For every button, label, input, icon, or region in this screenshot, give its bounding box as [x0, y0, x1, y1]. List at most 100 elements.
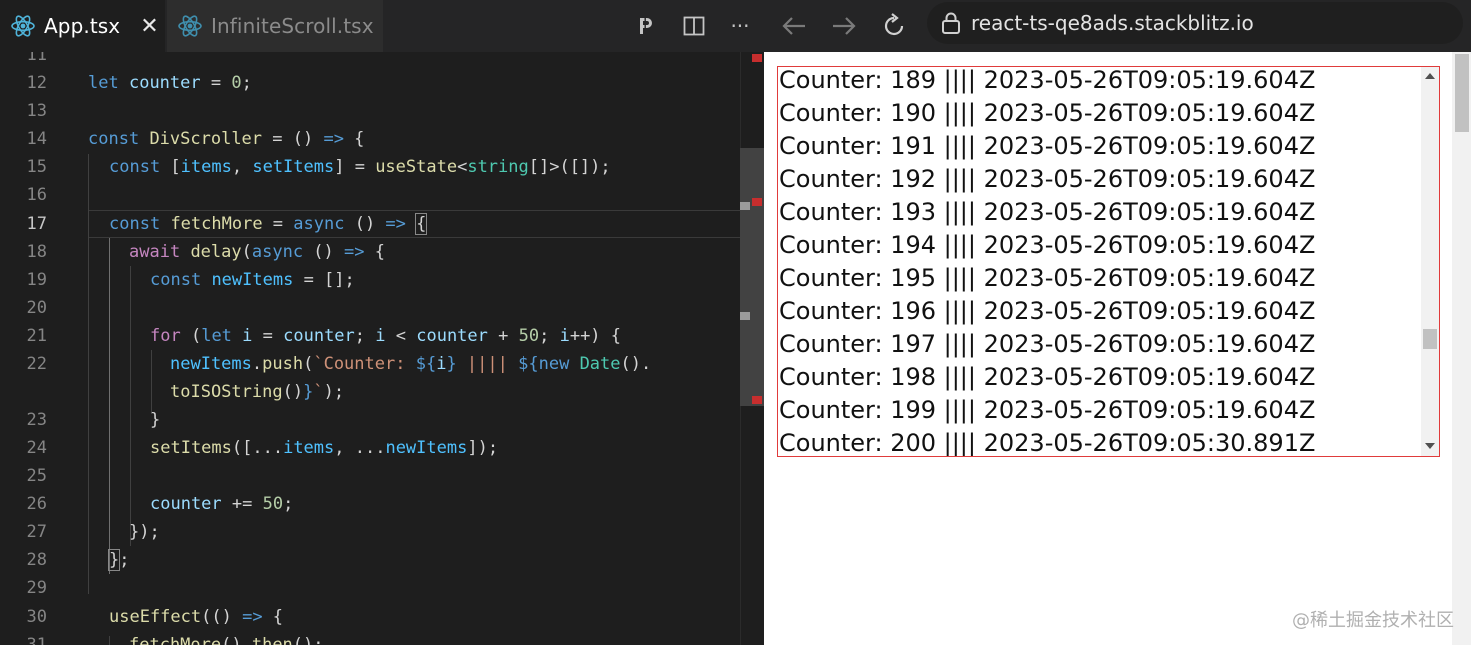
token: newItems: [170, 354, 252, 374]
top-bar: App.tsx ✕ InfiniteScroll.tsx ··· react-t…: [0, 0, 1471, 52]
token: +=: [221, 494, 263, 514]
token: ;: [539, 326, 560, 346]
more-actions-icon[interactable]: ···: [724, 10, 756, 42]
list-item: Counter: 198 |||| 2023-05-26T09:05:19.60…: [779, 363, 1316, 391]
token: i: [436, 354, 447, 374]
token: let: [88, 73, 119, 93]
line-number: 16: [26, 185, 47, 205]
address-bar[interactable]: react-ts-qe8ads.stackblitz.io: [927, 2, 1463, 44]
split-editor-icon[interactable]: [678, 10, 710, 42]
code-line: 23 }: [0, 406, 740, 434]
code-line: 12 let counter = 0;: [0, 69, 740, 97]
page-scrollbar[interactable]: [1452, 52, 1471, 645]
line-number: 17: [26, 214, 47, 234]
token: );: [323, 382, 345, 402]
react-icon: [178, 15, 202, 37]
token: ++) {: [569, 326, 622, 346]
code-text: const DivScroller = () => {: [88, 125, 364, 153]
token: delay: [190, 242, 242, 262]
token: ;: [241, 73, 252, 93]
tab-app-tsx[interactable]: App.tsx ✕: [0, 0, 165, 52]
back-arrow-icon[interactable]: [776, 8, 812, 44]
scroller-scrollbar-thumb[interactable]: [1423, 329, 1437, 349]
token: ([...: [231, 438, 284, 458]
list-item: Counter: 189 |||| 2023-05-26T09:05:19.60…: [779, 66, 1316, 94]
line-number: 11: [26, 52, 47, 65]
token: ${: [518, 354, 539, 374]
code-text: for (let i = counter; i < counter + 50; …: [150, 322, 621, 350]
token: DivScroller: [149, 129, 263, 149]
token: ]);: [467, 438, 499, 458]
token: async: [293, 214, 345, 234]
code-text: }: [150, 410, 161, 430]
tab-label: App.tsx: [44, 14, 121, 38]
line-number: 30: [26, 607, 47, 627]
line-number: 31: [26, 635, 47, 645]
token: useState: [375, 157, 458, 177]
line-number: 22: [26, 354, 47, 374]
line-number: 15: [26, 157, 47, 177]
token: =>: [385, 214, 406, 234]
code-editor[interactable]: 11 12 let counter = 0; 13 14 const DivSc…: [0, 52, 764, 645]
token: =>: [323, 129, 344, 149]
line-number: 13: [26, 101, 47, 121]
editor-scrollbar-thumb[interactable]: [740, 148, 764, 406]
code-line: 15 const [items, setItems] = useState<st…: [0, 153, 740, 181]
token: const: [88, 129, 140, 149]
token: ;: [283, 494, 294, 514]
tab-label: InfiniteScroll.tsx: [211, 14, 374, 38]
line-number: 18: [26, 242, 47, 262]
code-text: counter += 50;: [150, 490, 293, 518]
scroll-up-arrow-icon[interactable]: [1425, 73, 1435, 79]
code-line: 19 const newItems = [];: [0, 266, 740, 294]
line-number: 20: [26, 298, 47, 318]
list-item: Counter: 196 |||| 2023-05-26T09:05:19.60…: [779, 297, 1316, 325]
tab-infinitescroll-tsx[interactable]: InfiniteScroll.tsx: [167, 0, 383, 52]
token: await: [129, 242, 181, 262]
scroll-down-arrow-icon[interactable]: [1425, 443, 1435, 449]
token: , ...: [334, 438, 386, 458]
code-line: 18 await delay(async () => {: [0, 238, 740, 266]
markdown-preview-icon: [640, 18, 652, 34]
token: `Counter:: [313, 354, 416, 374]
code-text: const [items, setItems] = useState<strin…: [109, 153, 611, 181]
line-number: 23: [26, 410, 47, 430]
list-item: Counter: 194 |||| 2023-05-26T09:05:19.60…: [779, 231, 1316, 259]
code-line: 22 newItems.push(`Counter: ${i} |||| ${n…: [0, 350, 740, 378]
token: (: [180, 326, 202, 346]
token: counter: [416, 326, 488, 346]
token: (): [344, 214, 386, 234]
code-line: 30 useEffect(() => {: [0, 603, 740, 631]
list-item: Counter: 190 |||| 2023-05-26T09:05:19.60…: [779, 99, 1316, 127]
token: ,: [231, 157, 253, 177]
token: {: [343, 129, 365, 149]
error-marker: [752, 54, 762, 62]
token: ().: [221, 635, 252, 645]
page-scrollbar-thumb[interactable]: [1455, 54, 1469, 132]
code-line: 13: [0, 97, 740, 125]
line-number: 24: [26, 438, 47, 458]
react-icon: [11, 15, 35, 37]
line-number: 14: [26, 129, 47, 149]
token: const: [150, 270, 202, 290]
token: }: [303, 382, 314, 402]
code-text: let counter = 0;: [88, 69, 252, 97]
forward-arrow-icon[interactable]: [826, 8, 862, 44]
code-text: const newItems = [];: [150, 266, 355, 294]
preview-icon[interactable]: [630, 10, 662, 42]
code-text: toISOString()}`);: [170, 378, 344, 406]
div-scroller[interactable]: Counter: 189 |||| 2023-05-26T09:05:19.60…: [777, 66, 1440, 457]
token: =: [252, 326, 284, 346]
token: <: [385, 326, 417, 346]
reload-icon[interactable]: [876, 8, 912, 44]
search-marker: [740, 312, 750, 320]
close-icon[interactable]: ✕: [140, 14, 158, 39]
token: string: [467, 157, 529, 177]
matched-bracket: {: [415, 213, 428, 235]
code-line: 24 setItems([...items, ...newItems]);: [0, 434, 740, 462]
token: ().: [620, 354, 652, 374]
token: push: [262, 354, 304, 374]
scroller-scrollbar[interactable]: [1421, 67, 1439, 456]
